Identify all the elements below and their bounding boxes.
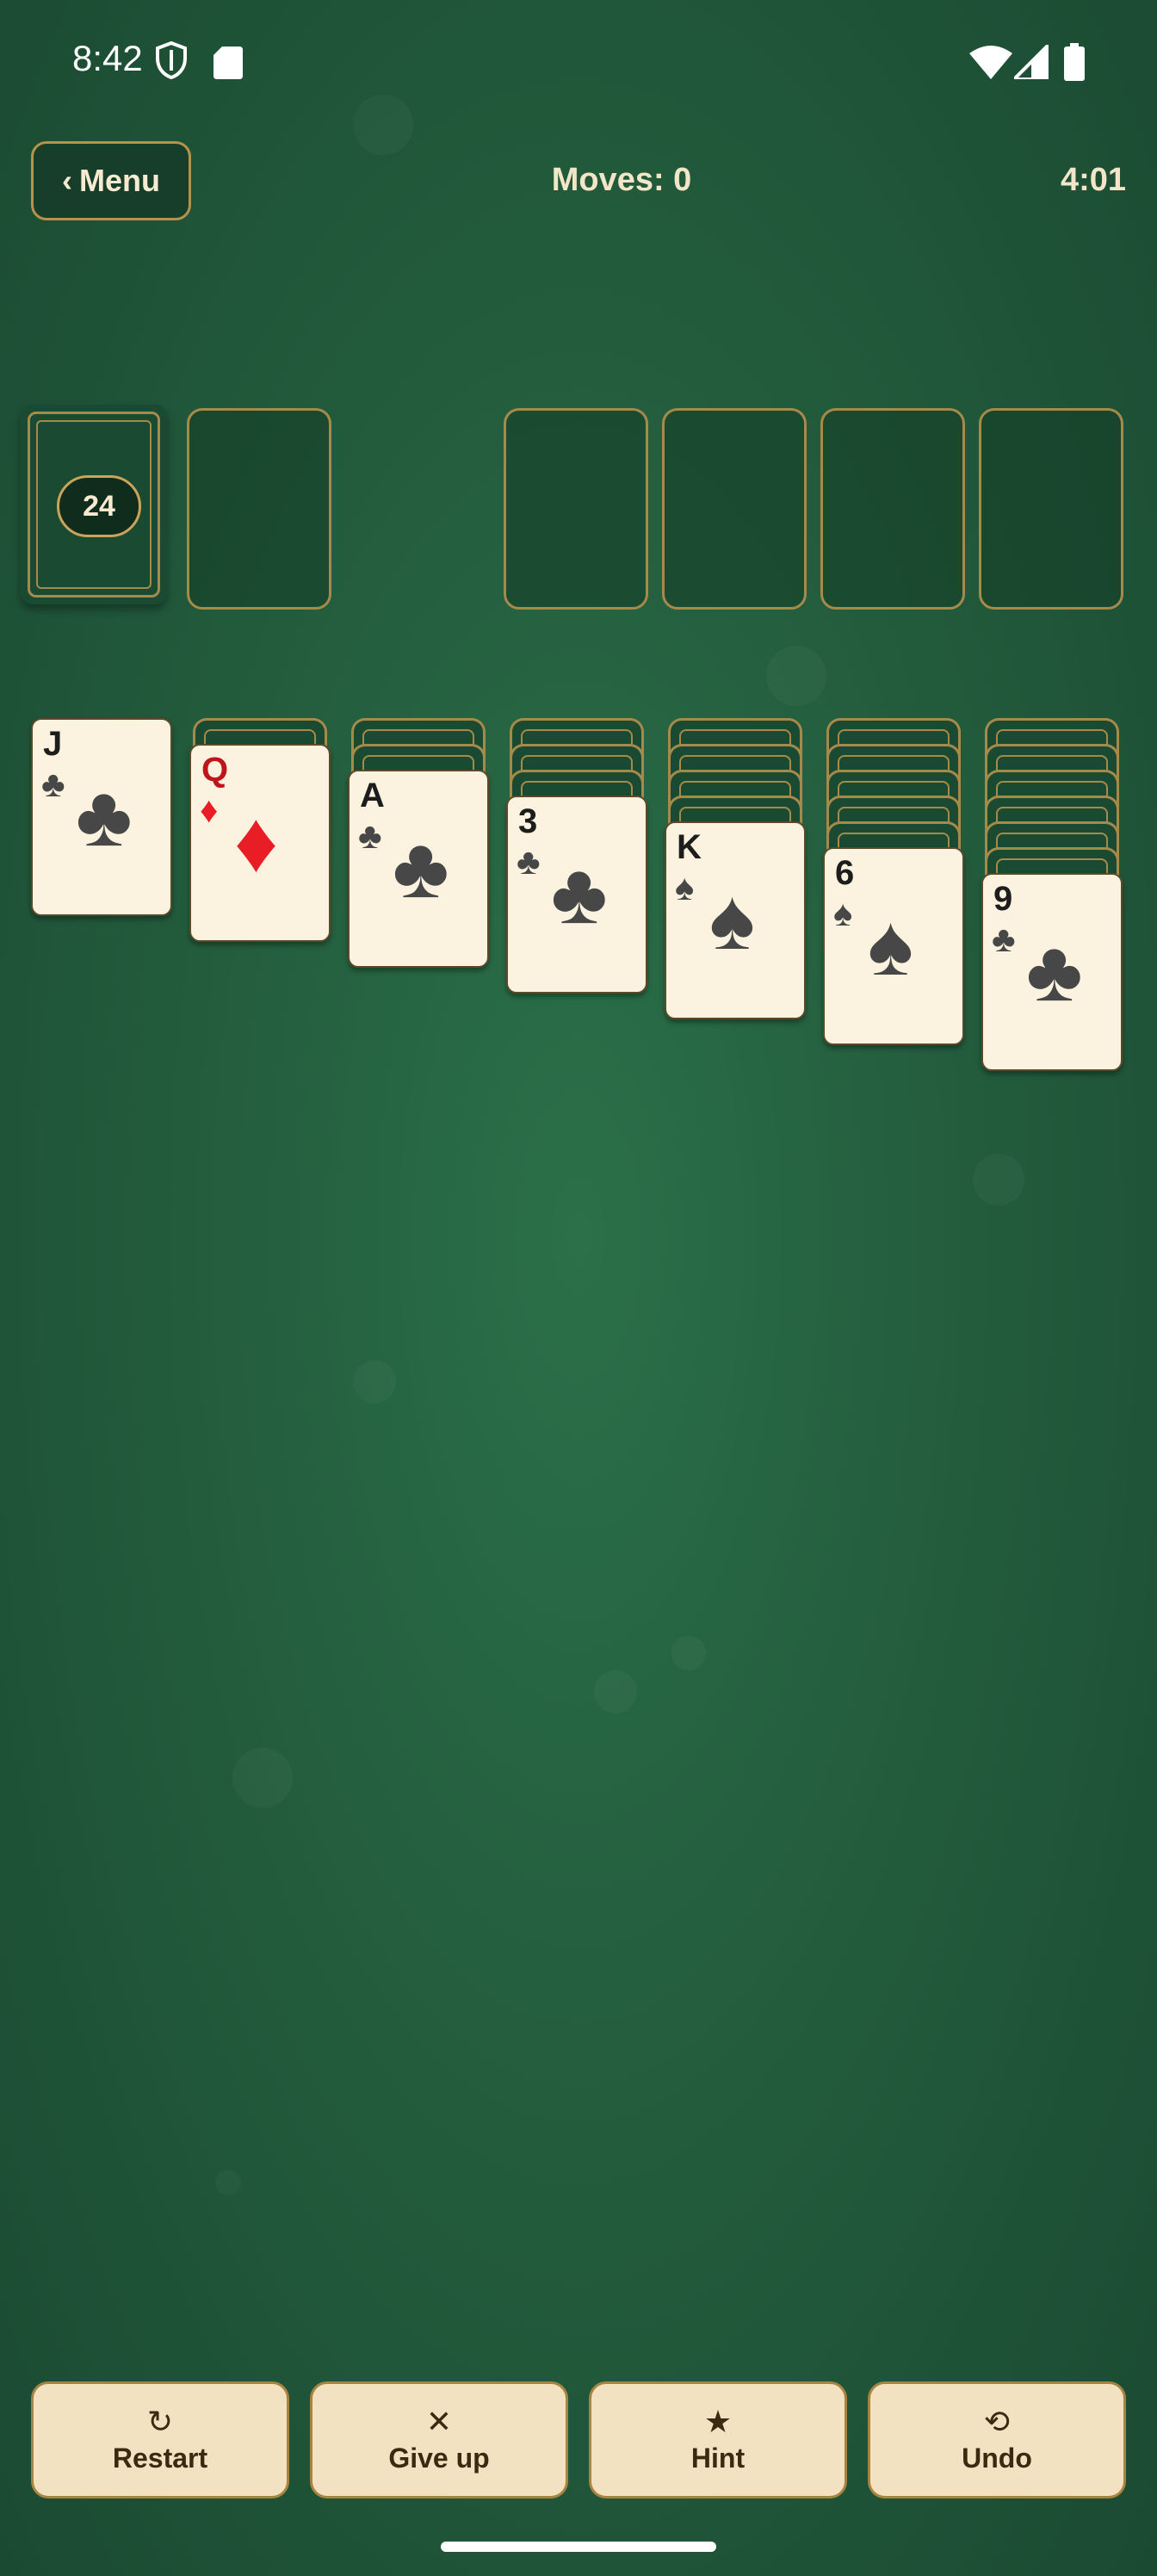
foundation-slot-2[interactable] — [662, 408, 807, 610]
undo-button[interactable]: ⟲ Undo — [868, 2381, 1126, 2499]
felt-decoration — [232, 1748, 293, 1808]
shield-icon — [155, 40, 188, 84]
suit-icon-large: ♣ — [551, 845, 608, 942]
suit-icon: ♠ — [833, 893, 853, 933]
card-rank: 9 — [993, 880, 1013, 918]
give-up-button[interactable]: ✕ Give up — [310, 2381, 568, 2499]
wifi-icon — [969, 45, 1012, 84]
sd-card-icon — [213, 46, 243, 84]
tableau-card-1[interactable]: J ♣ ♣ — [31, 718, 172, 916]
suit-icon: ♣ — [358, 815, 382, 856]
felt-decoration — [215, 2170, 241, 2195]
felt-decoration — [353, 1360, 396, 1403]
card-rank: J — [43, 725, 63, 763]
battery-icon — [1064, 43, 1085, 85]
status-bar: 8:42 — [0, 0, 1157, 129]
foundation-slot-1[interactable] — [504, 408, 648, 610]
game-timer: 4:01 — [1060, 162, 1126, 198]
felt-decoration — [766, 646, 826, 706]
restart-button[interactable]: ↻ Restart — [31, 2381, 289, 2499]
signal-icon — [1010, 40, 1050, 84]
suit-icon-large: ♣ — [76, 768, 133, 864]
stock-count-badge: 24 — [57, 475, 141, 537]
tableau-card-4[interactable]: 3 ♣ ♣ — [506, 796, 647, 994]
tableau-card-7[interactable]: 9 ♣ ♣ — [981, 873, 1123, 1071]
tableau-card-5[interactable]: K ♠ ♠ — [665, 821, 806, 1019]
suit-icon: ♣ — [517, 841, 541, 882]
hint-label: Hint — [690, 2442, 746, 2474]
stock-pile[interactable]: 24 — [21, 405, 167, 604]
foundation-slot-3[interactable] — [820, 408, 965, 610]
suit-icon-large: ♠ — [868, 897, 914, 994]
waste-pile[interactable] — [187, 408, 331, 610]
suit-icon-large: ♠ — [709, 871, 756, 968]
suit-icon: ♠ — [675, 867, 695, 907]
tableau-card-2[interactable]: Q ♦ ♦ — [189, 744, 331, 942]
close-icon: ✕ — [425, 2403, 453, 2439]
undo-label: Undo — [962, 2442, 1032, 2474]
suit-icon-large: ♦ — [234, 794, 279, 890]
suit-icon-large: ♣ — [393, 820, 449, 916]
undo-icon: ⟲ — [983, 2403, 1011, 2439]
felt-decoration — [973, 1154, 1024, 1205]
tableau-card-3[interactable]: A ♣ ♣ — [348, 770, 489, 968]
moves-label: Moves: 0 — [551, 162, 692, 198]
moves-counter: Moves: 0 — [0, 162, 1157, 199]
give-up-label: Give up — [388, 2442, 490, 2474]
card-rank: 3 — [518, 802, 538, 840]
card-rank: A — [360, 777, 385, 814]
suit-icon: ♦ — [200, 790, 219, 830]
status-time: 8:42 — [72, 38, 143, 78]
felt-decoration — [671, 1636, 706, 1670]
home-indicator[interactable] — [441, 2542, 716, 2552]
card-rank: K — [677, 828, 702, 866]
card-rank: Q — [201, 751, 229, 789]
foundation-slot-4[interactable] — [979, 408, 1123, 610]
star-icon: ★ — [703, 2403, 733, 2439]
felt-decoration — [594, 1670, 637, 1713]
suit-icon: ♣ — [992, 919, 1016, 959]
card-rank: 6 — [835, 854, 855, 892]
restart-label: Restart — [112, 2442, 208, 2474]
suit-icon-large: ♣ — [1026, 923, 1083, 1019]
hint-button[interactable]: ★ Hint — [589, 2381, 847, 2499]
tableau-card-6[interactable]: 6 ♠ ♠ — [823, 847, 964, 1045]
restart-icon: ↻ — [146, 2403, 174, 2439]
suit-icon: ♣ — [41, 764, 65, 804]
